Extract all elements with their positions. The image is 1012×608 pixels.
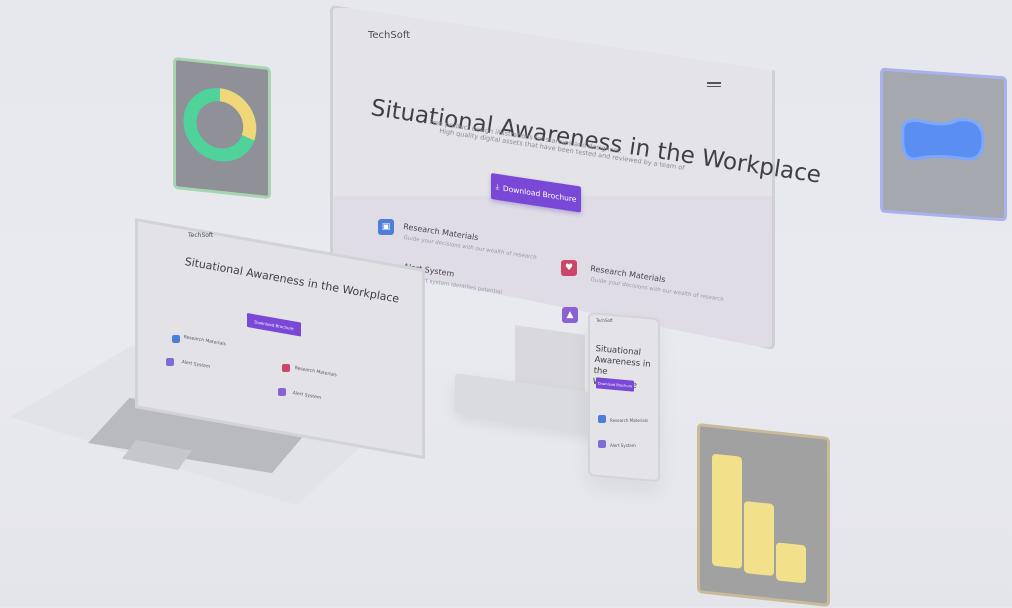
phone-brand[interactable]: TechSoft: [596, 318, 613, 323]
book-icon: ▣: [378, 219, 394, 235]
book-icon: [172, 335, 180, 343]
bar-chart-card: [697, 423, 830, 607]
blob-shape-icon: [901, 118, 985, 161]
bell-icon: [166, 358, 174, 366]
download-icon: ⤓: [495, 181, 499, 192]
mobile-phone: [588, 312, 660, 483]
heart-doc-icon: [282, 364, 290, 372]
laptop-brand[interactable]: TechSoft: [188, 232, 213, 239]
heart-doc-icon: ♥: [561, 260, 577, 276]
bar-chart-icon: [712, 453, 806, 584]
menu-icon[interactable]: [707, 80, 721, 90]
phone-feature-title: Research Materials: [610, 418, 648, 423]
phone-feature-title: Alert System: [610, 443, 636, 448]
bell-icon: [598, 440, 606, 448]
book-icon: [598, 415, 606, 423]
blob-card: [880, 67, 1007, 222]
brand-logo[interactable]: TechSoft: [368, 30, 410, 41]
download-brochure-label: Download Brochure: [502, 183, 577, 204]
donut-chart-icon: [183, 88, 257, 162]
donut-chart-card: [173, 56, 271, 200]
bell-icon: [278, 388, 286, 396]
bell-icon: ▲: [562, 307, 578, 323]
